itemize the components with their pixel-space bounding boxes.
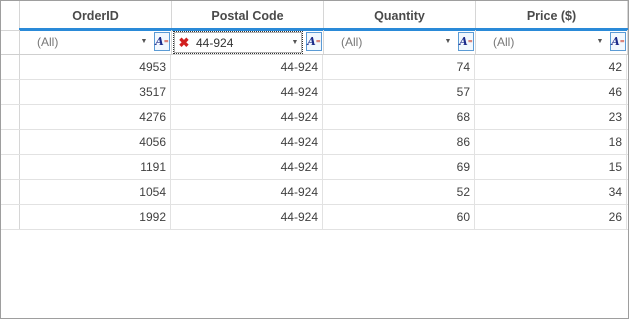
cell-price[interactable]: 46	[476, 80, 627, 104]
row-indicator-filter	[1, 30, 20, 54]
filter-operator-icon: A	[459, 35, 468, 48]
clear-filter-icon[interactable]: ✖	[176, 32, 192, 53]
filter-operator-button[interactable]: A =	[610, 32, 626, 51]
chevron-down-icon[interactable]: ▼	[593, 31, 607, 52]
table-row[interactable]: 3517 44-924 57 46	[1, 80, 628, 105]
column-header-postal-code[interactable]: Postal Code	[172, 1, 324, 30]
filter-operator-button[interactable]: A =	[154, 32, 170, 51]
cell-quantity[interactable]: 60	[324, 205, 475, 229]
row-indicator[interactable]	[1, 80, 20, 104]
cell-price[interactable]: 42	[476, 55, 627, 79]
chevron-down-icon[interactable]: ▼	[441, 31, 455, 52]
filter-cell-price: (All) ▼ A =	[476, 30, 628, 54]
filter-operator-icon: A	[155, 35, 164, 48]
filter-operator-icon: A	[611, 35, 620, 48]
chevron-down-icon[interactable]: ▼	[137, 31, 151, 52]
cell-postal-code[interactable]: 44-924	[172, 80, 323, 104]
cell-orderid[interactable]: 4056	[20, 130, 171, 154]
filter-operator-button[interactable]: A =	[458, 32, 474, 51]
cell-orderid[interactable]: 4953	[20, 55, 171, 79]
cell-orderid[interactable]: 4276	[20, 105, 171, 129]
cell-orderid[interactable]: 1992	[20, 205, 171, 229]
cell-quantity[interactable]: 57	[324, 80, 475, 104]
cell-postal-code[interactable]: 44-924	[172, 180, 323, 204]
cell-orderid[interactable]: 3517	[20, 80, 171, 104]
cell-price[interactable]: 26	[476, 205, 627, 229]
header-row: OrderID Postal Code Quantity Price ($)	[1, 1, 628, 31]
cell-quantity[interactable]: 69	[324, 155, 475, 179]
row-indicator[interactable]	[1, 55, 20, 79]
filter-operator-icon: A	[307, 35, 316, 48]
filter-combo-postal-code[interactable]: ✖ 44-924 ▼	[173, 31, 303, 54]
table-row[interactable]: 1992 44-924 60 26	[1, 205, 628, 230]
column-header-quantity[interactable]: Quantity	[324, 1, 476, 30]
data-grid: OrderID Postal Code Quantity Price ($) (…	[0, 0, 629, 319]
cell-postal-code[interactable]: 44-924	[172, 130, 323, 154]
row-indicator[interactable]	[1, 105, 20, 129]
cell-postal-code[interactable]: 44-924	[172, 105, 323, 129]
filter-row: (All) ▼ A = ✖ 44-924 ▼ A = (All) ▼ A = (All…	[1, 30, 628, 55]
row-indicator[interactable]	[1, 130, 20, 154]
filter-cell-quantity: (All) ▼ A =	[324, 30, 476, 54]
cell-postal-code[interactable]: 44-924	[172, 205, 323, 229]
row-indicator[interactable]	[1, 205, 20, 229]
chevron-down-icon[interactable]: ▼	[288, 32, 302, 53]
filter-value: (All)	[341, 34, 363, 49]
cell-quantity[interactable]: 86	[324, 130, 475, 154]
cell-price[interactable]: 18	[476, 130, 627, 154]
filter-combo-orderid[interactable]: (All) ▼	[21, 31, 151, 52]
table-row[interactable]: 1191 44-924 69 15	[1, 155, 628, 180]
cell-orderid[interactable]: 1191	[20, 155, 171, 179]
cell-quantity[interactable]: 68	[324, 105, 475, 129]
cell-price[interactable]: 34	[476, 180, 627, 204]
row-indicator-header	[1, 1, 20, 30]
cell-postal-code[interactable]: 44-924	[172, 155, 323, 179]
cell-price[interactable]: 23	[476, 105, 627, 129]
cell-price[interactable]: 15	[476, 155, 627, 179]
column-header-price[interactable]: Price ($)	[476, 1, 628, 30]
cell-quantity[interactable]: 74	[324, 55, 475, 79]
filter-cell-orderid: (All) ▼ A =	[20, 30, 172, 54]
table-row[interactable]: 4056 44-924 86 18	[1, 130, 628, 155]
filter-value: (All)	[37, 34, 59, 49]
filter-cell-postal-code: ✖ 44-924 ▼ A =	[172, 30, 324, 54]
column-header-orderid[interactable]: OrderID	[20, 1, 172, 30]
filter-value: 44-924	[196, 35, 234, 50]
cell-postal-code[interactable]: 44-924	[172, 55, 323, 79]
filter-operator-button[interactable]: A =	[306, 32, 322, 51]
row-indicator[interactable]	[1, 180, 20, 204]
row-indicator[interactable]	[1, 155, 20, 179]
table-row[interactable]: 4953 44-924 74 42	[1, 55, 628, 80]
cell-quantity[interactable]: 52	[324, 180, 475, 204]
cell-orderid[interactable]: 1054	[20, 180, 171, 204]
filter-combo-quantity[interactable]: (All) ▼	[325, 31, 455, 52]
filter-value: (All)	[493, 34, 515, 49]
table-row[interactable]: 4276 44-924 68 23	[1, 105, 628, 130]
filter-combo-price[interactable]: (All) ▼	[477, 31, 607, 52]
table-row[interactable]: 1054 44-924 52 34	[1, 180, 628, 205]
